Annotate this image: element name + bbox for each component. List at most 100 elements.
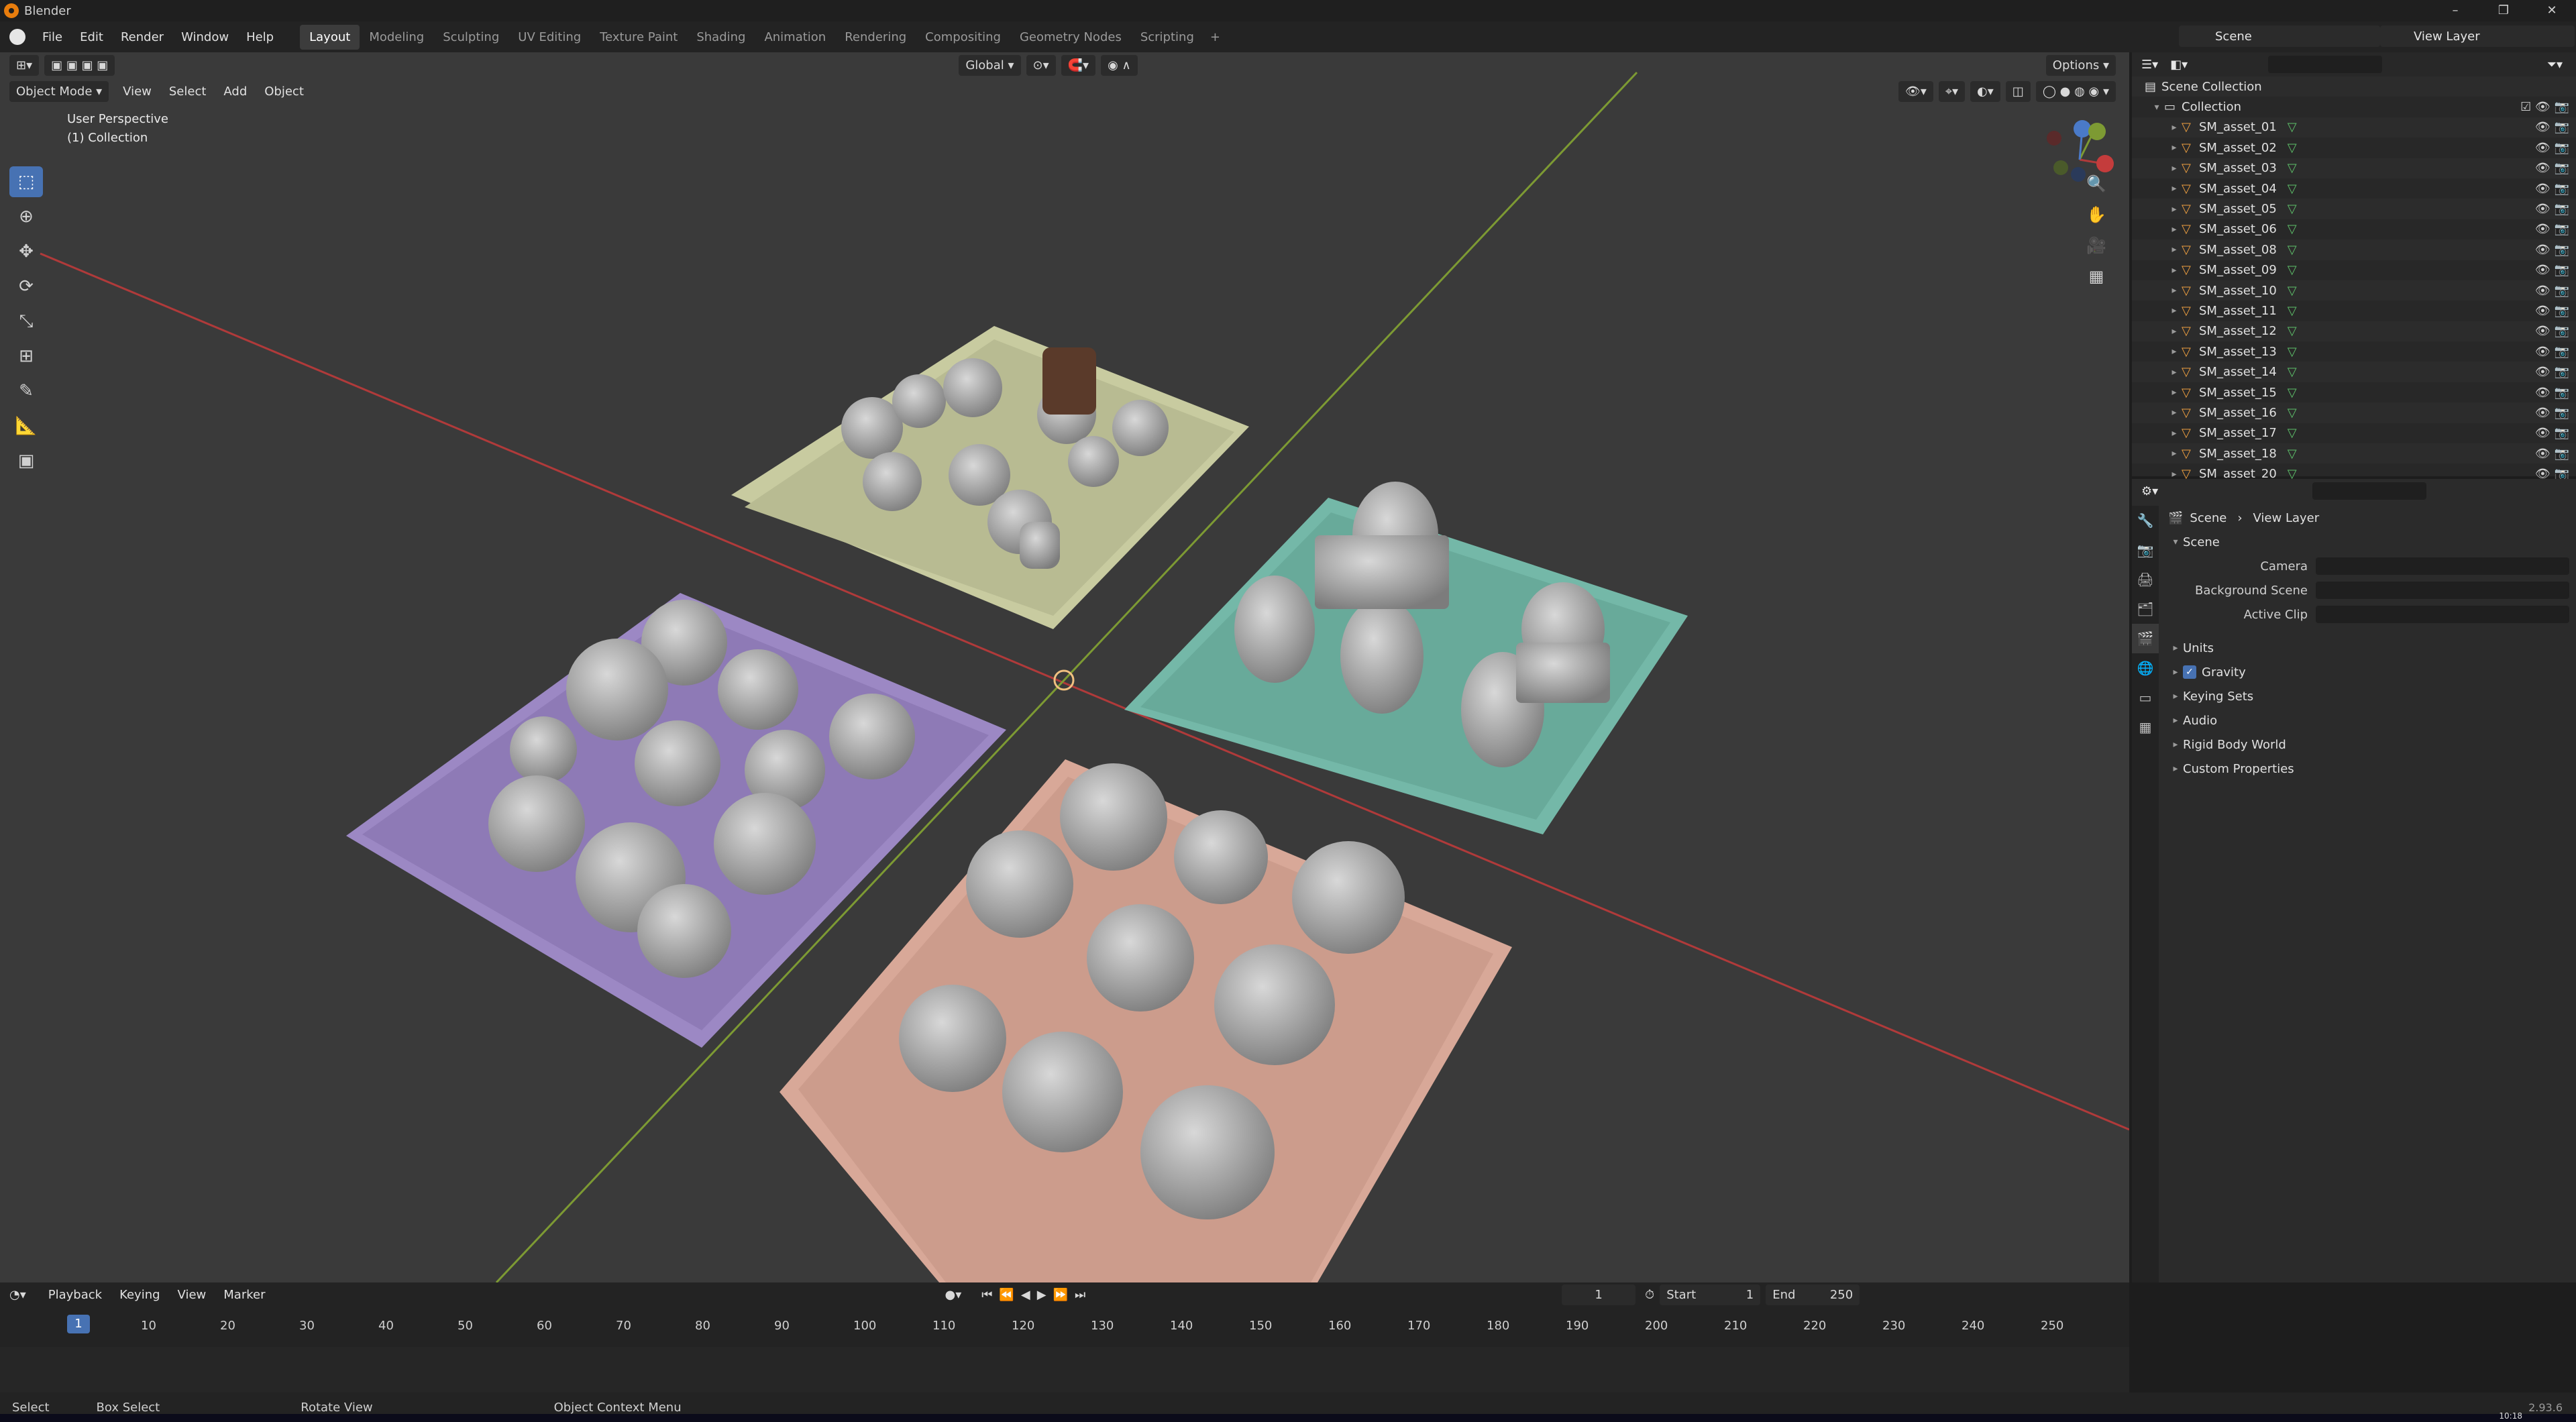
xray-toggle-icon[interactable]: ◫ <box>2005 80 2031 102</box>
expand-icon[interactable]: ▸ <box>2167 183 2182 194</box>
object-toggles[interactable]: 👁 📷 <box>2535 284 2569 298</box>
scene-collection-row[interactable]: ▤ Scene Collection <box>2132 76 2576 97</box>
active-clip-field[interactable] <box>2316 606 2569 623</box>
object-toggles[interactable]: 👁 📷 <box>2535 182 2569 196</box>
menu-file[interactable]: File <box>34 30 71 44</box>
object-toggles[interactable]: 👁 📷 <box>2535 141 2569 155</box>
outliner-search-input[interactable] <box>2268 56 2383 73</box>
tab-shading[interactable]: Shading <box>687 25 755 50</box>
expand-icon[interactable]: ▸ <box>2167 142 2182 153</box>
properties-search-input[interactable] <box>2312 482 2427 500</box>
pivot-point-icon[interactable]: ⊙▾ <box>1026 54 1056 76</box>
outliner-object-row[interactable]: ▸ ▽ SM_asset_13 ▽ 👁 📷 <box>2132 341 2576 362</box>
frame-ruler[interactable]: 10 20 30 40 50 60 70 80 90 100 110 120 130 140 150 160 1… <box>0 1315 2129 1342</box>
rotate-tool-icon[interactable]: ⟳ <box>9 271 43 302</box>
outliner-object-row[interactable]: ▸ ▽ SM_asset_09 ▽ 👁 📷 <box>2132 260 2576 280</box>
expand-icon[interactable]: ▸ <box>2167 285 2182 296</box>
outliner-object-row[interactable]: ▸ ▽ SM_asset_02 ▽ 👁 📷 <box>2132 138 2576 158</box>
timeline-menu-marker[interactable]: Marker <box>215 1288 274 1302</box>
outliner-object-row[interactable]: ▸ ▽ SM_asset_16 ▽ 👁 📷 <box>2132 402 2576 423</box>
expand-icon[interactable]: ▸ <box>2167 448 2182 459</box>
expand-icon[interactable]: ▸ <box>2167 305 2182 316</box>
shading-modes[interactable]: ◯ ● ◍ ◉ ▾ <box>2035 80 2116 102</box>
tab-rendering[interactable]: Rendering <box>835 25 916 50</box>
timeline-menu-view[interactable]: View <box>169 1288 215 1302</box>
viewport-menu-object[interactable]: Object <box>256 85 313 99</box>
collection-row[interactable]: ▾ ▭ Collection ☑ 👁 📷 <box>2132 97 2576 117</box>
object-toggles[interactable]: 👁 📷 <box>2535 161 2569 175</box>
object-toggles[interactable]: 👁 📷 <box>2535 304 2569 318</box>
mode-dropdown[interactable]: Object Mode ▾ <box>9 80 109 102</box>
ortho-grid-icon[interactable]: ▦ <box>2080 262 2113 290</box>
expand-icon[interactable]: ▸ <box>2167 326 2182 337</box>
scene-selector[interactable]: Scene <box>2179 25 2380 47</box>
scene-panel-header[interactable]: ▾ Scene <box>2161 530 2576 554</box>
expand-icon[interactable]: ▸ <box>2167 265 2182 276</box>
expand-icon[interactable]: ▸ <box>2167 367 2182 378</box>
overlay-toggle-icon[interactable]: ◐▾ <box>1970 80 2000 102</box>
audio-panel[interactable]: ▸ Audio <box>2161 708 2576 732</box>
scale-tool-icon[interactable]: ⤡ <box>9 306 43 337</box>
transform-tool-icon[interactable]: ⊞ <box>9 341 43 372</box>
outliner-object-row[interactable]: ▸ ▽ SM_asset_14 ▽ 👁 📷 <box>2132 362 2576 382</box>
tool-tab-icon[interactable]: 🔧 <box>2132 506 2159 535</box>
visibility-icon[interactable]: 👁▾ <box>1898 80 1933 102</box>
object-toggles[interactable]: 👁 📷 <box>2535 263 2569 277</box>
scene-tab-icon[interactable]: 🎬 <box>2132 624 2159 653</box>
object-toggles[interactable]: 👁 📷 <box>2535 243 2569 257</box>
units-panel[interactable]: ▸ Units <box>2161 636 2576 660</box>
expand-icon[interactable]: ▸ <box>2167 244 2182 255</box>
tab-sculpting[interactable]: Sculpting <box>433 25 508 50</box>
object-toggles[interactable]: 👁 📷 <box>2535 386 2569 400</box>
measure-tool-icon[interactable]: 📐 <box>9 411 43 441</box>
close-button[interactable]: ✕ <box>2528 0 2576 21</box>
object-toggles[interactable]: 👁 📷 <box>2535 120 2569 134</box>
proportional-edit-icon[interactable]: ◉ ∧ <box>1101 54 1138 76</box>
timeline-menu-playback[interactable]: Playback <box>40 1288 111 1302</box>
menu-help[interactable]: Help <box>237 30 282 44</box>
expand-icon[interactable]: ▸ <box>2167 469 2182 480</box>
current-frame-field[interactable]: 1 <box>1562 1284 1636 1305</box>
outliner-object-row[interactable]: ▸ ▽ SM_asset_03 ▽ 👁 📷 <box>2132 158 2576 178</box>
collapse-icon[interactable]: ▾ <box>2149 102 2164 113</box>
zoom-icon[interactable]: 🔍 <box>2080 170 2113 198</box>
gizmo-toggle-icon[interactable]: ⌖▾ <box>1938 80 1966 102</box>
keying-sets-panel[interactable]: ▸ Keying Sets <box>2161 684 2576 708</box>
menu-render[interactable]: Render <box>112 30 172 44</box>
tab-animation[interactable]: Animation <box>755 25 835 50</box>
viewport-menu-view[interactable]: View <box>114 85 160 99</box>
collection-tab-icon[interactable]: ▭ <box>2132 683 2159 712</box>
object-toggles[interactable]: 👁 📷 <box>2535 202 2569 216</box>
expand-icon[interactable]: ▸ <box>2167 346 2182 357</box>
background-scene-field[interactable] <box>2316 582 2569 599</box>
camera-view-icon[interactable]: 🎥 <box>2080 231 2113 260</box>
maximize-button[interactable]: ❐ <box>2479 0 2528 21</box>
outliner-object-row[interactable]: ▸ ▽ SM_asset_12 ▽ 👁 📷 <box>2132 321 2576 342</box>
object-toggles[interactable]: 👁 📷 <box>2535 345 2569 359</box>
viewport-menu-select[interactable]: Select <box>160 85 215 99</box>
pan-hand-icon[interactable]: ✋ <box>2080 201 2113 229</box>
render-tab-icon[interactable]: 📷 <box>2132 535 2159 565</box>
expand-icon[interactable]: ▸ <box>2167 163 2182 174</box>
outliner-editor-icon[interactable]: ☰▾ <box>2141 58 2158 72</box>
outliner-object-row[interactable]: ▸ ▽ SM_asset_04 ▽ 👁 📷 <box>2132 178 2576 199</box>
playback-controls[interactable]: ⏮⏪◀▶⏩⏭ <box>981 1288 1092 1302</box>
object-toggles[interactable]: 👁 📷 <box>2535 426 2569 440</box>
tab-layout[interactable]: Layout <box>300 24 360 50</box>
frame-cursor[interactable]: 1 <box>67 1315 90 1333</box>
annotate-tool-icon[interactable]: ✎ <box>9 376 43 406</box>
options-dropdown[interactable]: Options ▾ <box>2045 54 2116 76</box>
expand-icon[interactable]: ▸ <box>2167 224 2182 235</box>
minimize-button[interactable]: – <box>2431 0 2479 21</box>
tab-scripting[interactable]: Scripting <box>1131 25 1203 50</box>
view-layer-tab-icon[interactable]: 🗂 <box>2132 594 2159 624</box>
expand-icon[interactable]: ▸ <box>2167 407 2182 418</box>
start-frame-field[interactable]: Start 1 <box>1660 1284 1761 1305</box>
tab-geometry-nodes[interactable]: Geometry Nodes <box>1010 25 1131 50</box>
world-tab-icon[interactable]: 🌐 <box>2132 653 2159 683</box>
properties-editor-icon[interactable]: ⚙▾ <box>2141 484 2158 498</box>
object-toggles[interactable]: 👁 📷 <box>2535 222 2569 236</box>
custom-properties-panel[interactable]: ▸ Custom Properties <box>2161 757 2576 781</box>
timeline-track-area[interactable] <box>0 1347 2129 1394</box>
outliner-object-row[interactable]: ▸ ▽ SM_asset_17 ▽ 👁 📷 <box>2132 423 2576 443</box>
